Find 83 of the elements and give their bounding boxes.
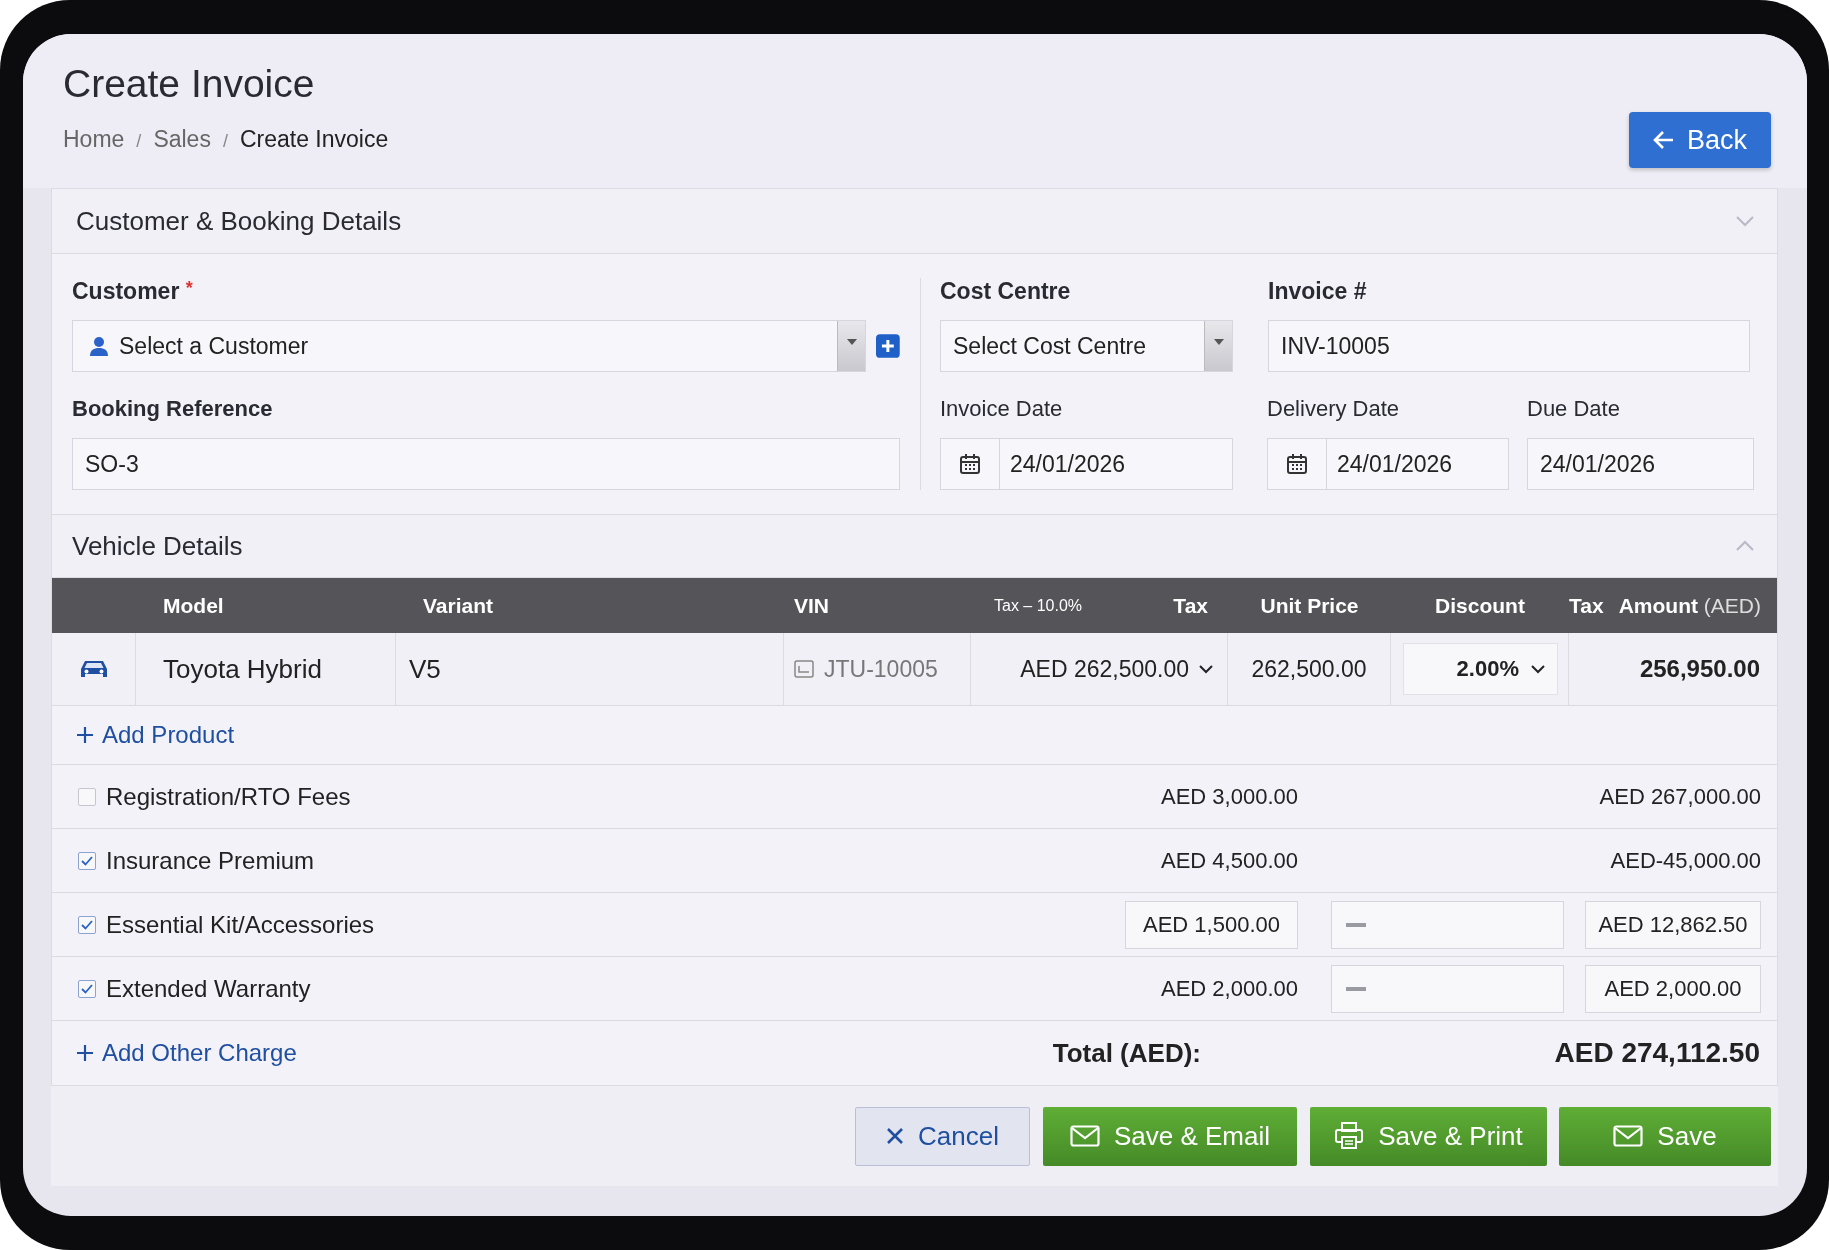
total-label: Total (AED): — [1052, 1037, 1201, 1069]
section-title: Vehicle Details — [72, 530, 243, 562]
calendar-icon — [959, 453, 981, 475]
minus-icon — [1346, 986, 1366, 991]
breadcrumb-link[interactable]: Sales — [153, 126, 211, 153]
discount-field[interactable] — [1331, 900, 1564, 949]
column-header: Tax — [1569, 593, 1604, 618]
section-title: Customer & Booking Details — [76, 205, 402, 237]
field-label: Delivery Date — [1267, 396, 1401, 423]
field-label: Invoice # — [1268, 278, 1368, 306]
close-icon — [886, 1127, 905, 1145]
field-label: Booking Reference — [72, 396, 274, 423]
page-title: Create Invoice — [63, 62, 316, 106]
checkbox[interactable] — [78, 787, 96, 806]
charge-label: Extended Warranty — [106, 974, 311, 1003]
column-header: Discount — [1434, 593, 1526, 618]
table-cell: V5 — [396, 633, 784, 705]
breadcrumb-link[interactable]: Home — [63, 126, 125, 153]
current-page-label: Create Invoice — [239, 126, 389, 153]
checkbox[interactable] — [78, 851, 96, 870]
dropdown-arrow-icon — [846, 339, 857, 345]
customer-select[interactable]: Select a Customer — [72, 320, 867, 372]
calendar-icon — [1286, 453, 1308, 475]
charge-amount: AED 4,500.00 — [1161, 847, 1298, 874]
chevron-down-icon — [1199, 664, 1213, 674]
checkbox[interactable] — [78, 915, 96, 934]
tax-dropdown[interactable]: AED 262,500.00 — [1020, 655, 1213, 683]
discount-field[interactable] — [1331, 964, 1564, 1013]
discount-select[interactable]: 2.00% — [1403, 643, 1558, 695]
cancel-button[interactable]: Cancel — [855, 1106, 1030, 1166]
envelope-icon — [1613, 1125, 1644, 1147]
document-icon — [794, 660, 814, 678]
add-other-charge-link[interactable]: Add Other Charge — [76, 1039, 297, 1067]
add-product-link[interactable]: Add Product — [76, 721, 235, 749]
table-cell-text: 256,950.00 — [1638, 654, 1761, 684]
charge-amount: AED 3,000.00 — [1161, 783, 1298, 810]
booking-reference-field[interactable]: SO-3 — [72, 438, 900, 490]
total-field[interactable]: AED 12,862.50 — [1585, 900, 1761, 949]
cost-centre-select[interactable]: Select Cost Centre — [940, 320, 1233, 372]
arrow-left-icon — [1653, 130, 1675, 150]
column-header: Model — [162, 593, 225, 618]
printer-icon — [1334, 1122, 1365, 1150]
charge-total: AED-45,000.00 — [1610, 847, 1761, 874]
chevron-down-icon — [1531, 664, 1545, 674]
charge-label: Essential Kit/Accessories — [106, 910, 375, 939]
charge-total: AED 267,000.00 — [1599, 783, 1761, 810]
column-header: Tax – 10.0% — [994, 596, 1083, 615]
dropdown-arrow-icon — [1213, 339, 1224, 345]
field-label: Customer — [72, 278, 180, 304]
breadcrumb-separator: / — [222, 131, 228, 152]
column-header: Tax — [1173, 593, 1208, 618]
plus-icon — [76, 1044, 94, 1062]
total-field[interactable]: AED 2,000.00 — [1585, 964, 1761, 1013]
add-customer-icon[interactable] — [876, 334, 900, 358]
chevron-up-icon[interactable] — [1735, 540, 1755, 552]
column-header: Unit Price — [1259, 593, 1360, 618]
table-cell: JTU-10005 — [824, 655, 938, 683]
column-header: Amount (AED) — [1618, 593, 1761, 618]
invoice-number-field[interactable]: INV-10005 — [1268, 320, 1750, 372]
table-cell: 262,500.00 — [1228, 633, 1391, 705]
person-icon — [89, 336, 109, 356]
delivery-date-field[interactable]: 24/01/2026 — [1267, 438, 1509, 490]
plus-icon — [76, 726, 94, 744]
chevron-down-icon[interactable] — [1735, 215, 1755, 227]
column-header: Variant — [422, 593, 495, 618]
field-label: Cost Centre — [940, 278, 1072, 306]
charge-amount: AED 2,000.00 — [1161, 975, 1298, 1002]
minus-icon — [1346, 922, 1366, 927]
invoice-date-field[interactable]: 24/01/2026 — [940, 438, 1233, 490]
charge-label: Insurance Premium — [106, 846, 315, 875]
due-date-field[interactable]: 24/01/2026 — [1527, 438, 1754, 490]
field-label: Invoice Date — [940, 396, 1064, 423]
required-mark: * — [185, 278, 193, 298]
field-label: Due Date — [1527, 396, 1621, 423]
total-value: AED 274,112.50 — [1553, 1037, 1760, 1069]
amount-field[interactable]: AED 1,500.00 — [1125, 900, 1298, 949]
table-cell: Toyota Hybrid — [136, 633, 396, 705]
column-header: VIN — [793, 593, 830, 618]
breadcrumb-separator: / — [136, 131, 142, 152]
envelope-icon — [1069, 1125, 1100, 1147]
checkbox[interactable] — [78, 979, 96, 998]
charge-label: Registration/RTO Fees — [106, 782, 351, 811]
back-button[interactable]: Back — [1629, 112, 1771, 168]
